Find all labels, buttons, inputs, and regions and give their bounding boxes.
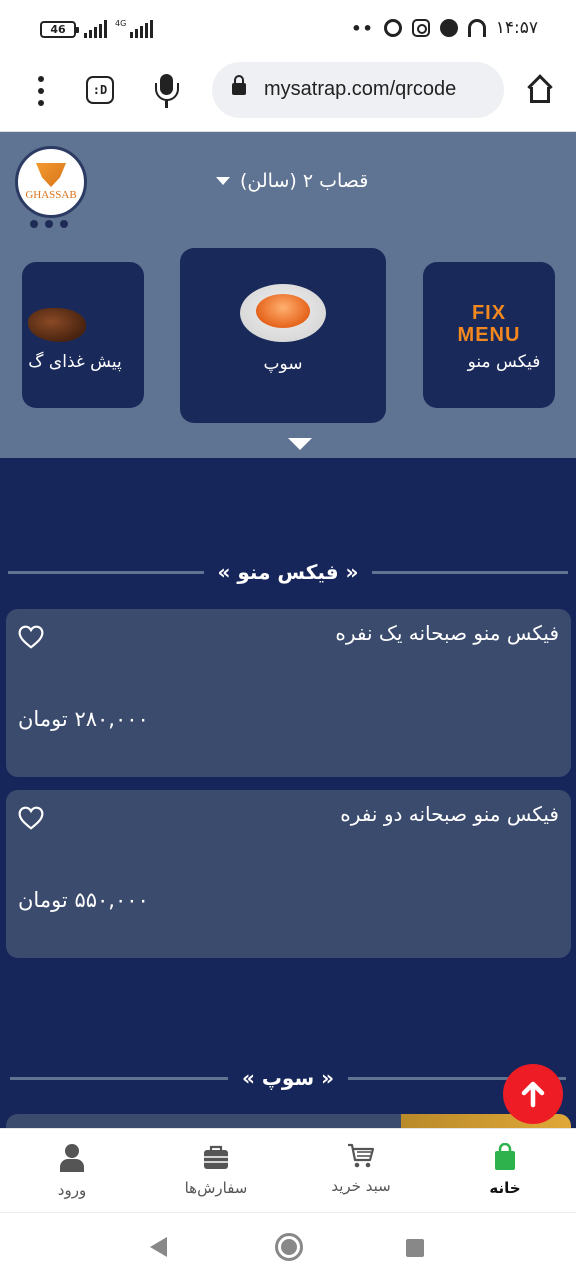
clock: ۱۴:۵۷ <box>495 18 538 38</box>
fix-menu-logo-line2: MENU <box>457 324 521 346</box>
soup-image <box>240 284 326 342</box>
category-card-soup[interactable]: سوپ <box>180 248 386 423</box>
signal-icon <box>84 20 107 38</box>
category-card-fix-menu[interactable]: FIX MENU فیکس منو <box>423 262 555 408</box>
status-bar: 46 4G •• ۱۴:۵۷ <box>0 0 576 62</box>
signal-icon-2 <box>130 20 154 38</box>
status-left: 46 4G <box>40 18 154 38</box>
category-card-appetizer[interactable]: پیش غذای گ <box>22 262 144 408</box>
section-title-text: « فیکس منو » <box>217 560 359 584</box>
branch-selector[interactable]: قصاب ۲ (سالن) <box>216 170 368 192</box>
section-title-text: « سوپ » <box>241 1066 335 1090</box>
headset-icon <box>467 19 486 37</box>
heart-icon[interactable] <box>18 625 44 649</box>
app-notification-icon <box>439 19 458 37</box>
browser-menu-icon[interactable] <box>36 76 46 106</box>
divider <box>7 570 204 574</box>
item-name: فیکس منو صبحانه یک نفره <box>335 621 559 645</box>
more-notifications-icon: •• <box>351 18 374 38</box>
item-price: ۲۸۰,۰۰۰ تومان <box>18 707 149 731</box>
category-header: GHASSAB قصاب ۲ (سالن) پیش غذای گ سوپ FIX… <box>0 132 576 458</box>
section-title-fix-menu: « فیکس منو » <box>0 560 576 584</box>
nav-item-orders[interactable]: سفارش‌ها <box>161 1129 271 1213</box>
network-type: 4G <box>115 18 127 28</box>
nav-label: سبد خرید <box>331 1177 391 1195</box>
lock-icon <box>232 75 246 95</box>
nav-label: خانه <box>489 1179 521 1197</box>
divider <box>9 1076 228 1080</box>
shopping-bag-icon <box>495 1143 515 1170</box>
chrome-icon <box>383 19 402 37</box>
recent-apps-icon[interactable] <box>406 1239 424 1257</box>
appetizer-image <box>28 308 86 342</box>
menu-item-card[interactable]: فیکس منو صبحانه یک نفره ۲۸۰,۰۰۰ تومان <box>6 609 571 777</box>
tab-switcher-icon[interactable]: :D <box>86 76 114 104</box>
category-label: فیکس منو <box>467 352 541 372</box>
category-label: سوپ <box>263 354 303 374</box>
fix-menu-logo-line1: FIX <box>471 302 507 324</box>
address-bar[interactable]: mysatrap.com/qrcode <box>212 62 504 118</box>
chevron-down-icon <box>216 177 230 185</box>
nav-item-home[interactable]: خانه <box>450 1129 560 1213</box>
menu-item-card[interactable]: فیکس منو صبحانه دو نفره ۵۵۰,۰۰۰ تومان <box>6 790 571 958</box>
divider <box>372 570 569 574</box>
restaurant-logo[interactable]: GHASSAB <box>15 146 87 218</box>
briefcase-icon <box>204 1145 228 1169</box>
battery-icon: 46 <box>40 20 79 38</box>
expand-categories-icon[interactable] <box>288 438 312 450</box>
bottom-navigation: خانه سبد خرید سفارش‌ها ورود <box>0 1128 576 1212</box>
cart-icon <box>348 1143 375 1168</box>
logo-text: GHASSAB <box>25 189 77 201</box>
url-text[interactable]: mysatrap.com/qrcode <box>264 78 456 101</box>
section-title-soup: « سوپ » <box>0 1066 576 1090</box>
category-label: پیش غذای گ <box>28 352 122 372</box>
item-price: ۵۵۰,۰۰۰ تومان <box>18 888 149 912</box>
logo-more-dots-icon[interactable] <box>30 220 68 228</box>
nav-item-login[interactable]: ورود <box>17 1129 127 1213</box>
microphone-icon[interactable] <box>155 74 179 110</box>
status-right: •• ۱۴:۵۷ <box>351 18 538 38</box>
back-icon[interactable] <box>150 1237 167 1257</box>
home-button-icon[interactable] <box>275 1233 303 1261</box>
instagram-icon <box>411 19 430 37</box>
nav-item-cart[interactable]: سبد خرید <box>306 1129 416 1213</box>
logo-mark-icon <box>36 163 66 187</box>
android-navigation-bar <box>0 1212 576 1280</box>
heart-icon[interactable] <box>18 806 44 830</box>
home-icon[interactable] <box>526 74 554 103</box>
item-name: فیکس منو صبحانه دو نفره <box>340 802 559 826</box>
arrow-up-icon <box>521 1081 545 1108</box>
nav-label: سفارش‌ها <box>184 1179 248 1197</box>
branch-label: قصاب ۲ (سالن) <box>240 170 369 192</box>
nav-label: ورود <box>57 1181 87 1199</box>
user-icon <box>60 1144 84 1172</box>
browser-toolbar: :D mysatrap.com/qrcode <box>0 62 576 132</box>
scroll-to-top-button[interactable] <box>503 1064 563 1124</box>
